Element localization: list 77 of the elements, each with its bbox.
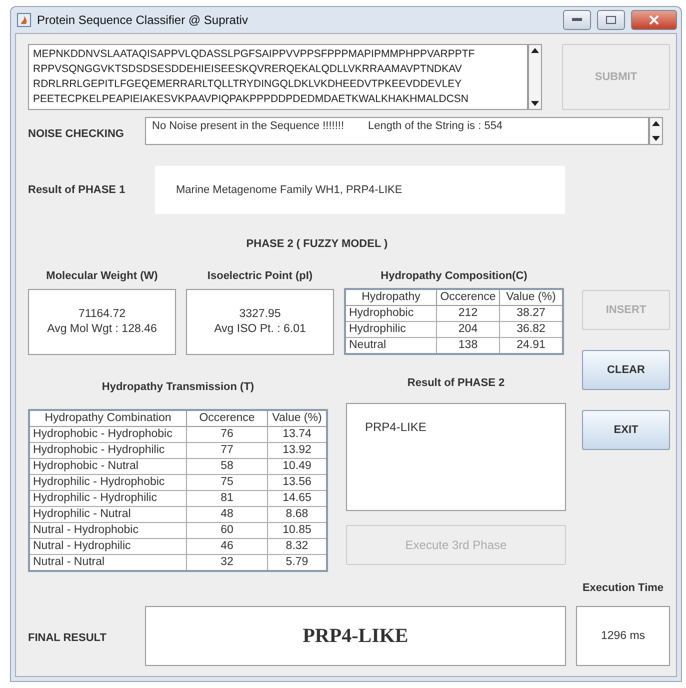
action-button[interactable]: EXIT [582, 410, 670, 450]
table-cell: 48 [186, 506, 268, 522]
table-cell: 212 [436, 306, 500, 322]
section-heading: Isoelectric Point (pI) [207, 270, 313, 282]
section-heading: Hydropathy Composition(C) [380, 270, 528, 282]
minimize-icon [572, 18, 582, 22]
noise-label: NOISE CHECKING [28, 128, 125, 140]
noise-message: No Noise present in the Sequence !!!!!!! [152, 120, 344, 134]
section-heading: Result of PHASE 2 [407, 377, 505, 389]
phase1-result: Marine Metagenome Family WH1, PRP4-LIKE [155, 166, 565, 214]
section-heading: Molecular Weight (W) [46, 270, 158, 282]
maximize-icon [606, 16, 616, 24]
column-header: Occerence [186, 410, 268, 426]
scrollbar[interactable] [528, 44, 542, 110]
close-button[interactable] [631, 10, 677, 30]
maximize-button[interactable] [597, 10, 625, 30]
close-icon [649, 15, 659, 25]
table-cell: 14.65 [268, 490, 327, 506]
table-cell: 13.56 [268, 474, 327, 490]
average-text: Avg ISO Pt. : 6.01 [214, 322, 306, 337]
table-cell: 10.49 [268, 458, 327, 474]
value-text: 3327.95 [239, 307, 281, 322]
phase2-heading: PHASE 2 ( FUZZY MODEL ) [245, 238, 389, 250]
execution-time-label: Execution Time [582, 582, 664, 594]
table-cell: 81 [186, 490, 268, 506]
table-cell: Nutral - Hydrophilic [29, 538, 186, 554]
action-button[interactable]: CLEAR [582, 350, 670, 390]
sequence-line: RPPVSQNGGVKTSDSDSESDDEHIEISEESKQVRERQEKALQDLLVKRRAAMAVPTNDKAV [33, 62, 463, 77]
column-header: Hydropathy Combination [29, 410, 186, 426]
sequence-field[interactable] [28, 44, 528, 110]
table-cell: 13.74 [268, 426, 327, 442]
table-cell: 58 [186, 458, 268, 474]
table-cell: 76 [186, 426, 268, 442]
scroll-up-icon[interactable] [531, 48, 539, 53]
table-cell: Hydrophilic - Hydrophobic [29, 474, 186, 490]
table-cell: 75 [186, 474, 268, 490]
column-header: Occerence [436, 289, 500, 306]
table-cell: 10.85 [268, 522, 327, 538]
table-cell: 77 [186, 442, 268, 458]
sequence-line: RDRLRRLGEPITLFGEQEMERRARLTQLLTRYDINGQLDKLVKDHEEDVTPKEEVDDEVLEY [33, 77, 463, 92]
app-icon [17, 13, 31, 27]
table-cell: 8.68 [268, 506, 327, 522]
table-cell: Hydrophobic [345, 306, 436, 322]
table-cell: 60 [186, 522, 268, 538]
execution-time: 1296 ms [576, 606, 670, 666]
table-cell: 38.27 [500, 306, 563, 322]
column-header: Value (%) [500, 289, 563, 306]
table-cell: Hydrophobic - Hydrophobic [29, 426, 186, 442]
phase2-result: PRP4-LIKE [346, 403, 566, 511]
table-cell: 8.32 [268, 538, 327, 554]
scroll-up-icon[interactable] [652, 121, 660, 126]
window-title: Protein Sequence Classifier @ Suprativ [37, 13, 249, 27]
table-cell: Hydrophobic - Nutral [29, 458, 186, 474]
column-header: Hydropathy [345, 289, 436, 306]
minimize-button[interactable] [563, 10, 591, 30]
table-cell: Nutral - Hydrophobic [29, 522, 186, 538]
table-cell: Hydrophilic [345, 322, 436, 338]
sequence-line: PEETECPKELPEAPIEIAKESVKPAAVPIQPAKPPPDDPDEDMDAETKWALKHAKHMALDCSN [33, 92, 470, 107]
final-result: PRP4-LIKE [145, 606, 566, 666]
average-text: Avg Mol Wgt : 128.46 [47, 322, 157, 337]
section-heading: Hydropathy Transmission (T) [102, 381, 254, 393]
scrollbar[interactable] [649, 117, 663, 145]
table-cell: 36.82 [500, 322, 563, 338]
scroll-down-icon[interactable] [531, 101, 539, 106]
phase1-label: Result of PHASE 1 [28, 184, 126, 196]
table-cell: 204 [436, 322, 500, 338]
value-text: 71164.72 [78, 307, 126, 322]
table-cell: 13.92 [268, 442, 327, 458]
table-cell: Hydrophobic - Hydrophilic [29, 442, 186, 458]
final-label: FINAL RESULT [28, 632, 108, 644]
table-cell: Hydrophilic - Nutral [29, 506, 186, 522]
column-header: Value (%) [268, 410, 327, 426]
sequence-line: MEPNKDDNVSLAATAQISAPPVLQDASSLPGFSAIPPVVPPSFPPPMAPIPMMPHPPVARPPTF [33, 47, 476, 62]
length-text: Length of the String is : 554 [368, 120, 503, 134]
table-cell: 46 [186, 538, 268, 554]
table-cell: Hydrophilic - Hydrophilic [29, 490, 186, 506]
scroll-down-icon[interactable] [652, 136, 660, 141]
